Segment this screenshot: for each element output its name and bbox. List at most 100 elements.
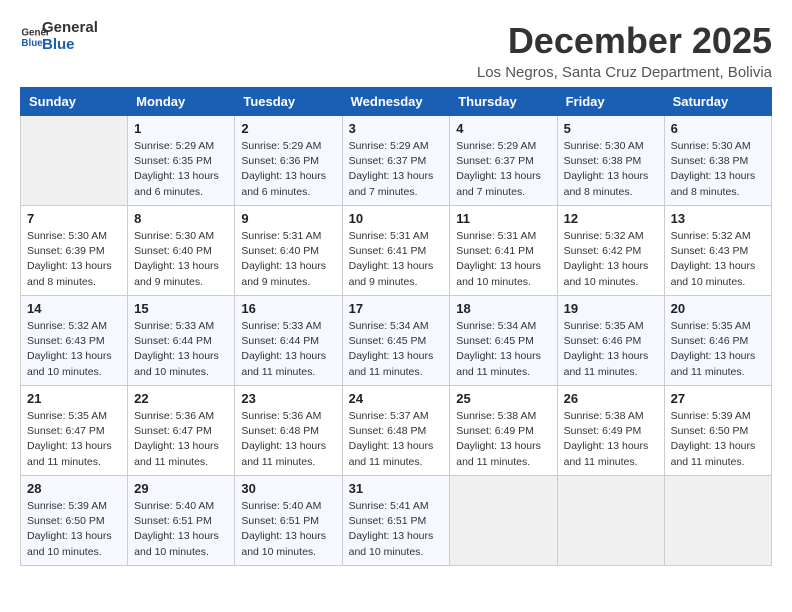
day-info: Sunrise: 5:29 AM Sunset: 6:37 PM Dayligh… — [456, 139, 550, 200]
day-number: 28 — [27, 481, 121, 496]
logo-line1: General — [42, 20, 98, 37]
day-number: 23 — [241, 391, 335, 406]
day-info: Sunrise: 5:33 AM Sunset: 6:44 PM Dayligh… — [241, 319, 335, 380]
calendar-week-row: 1 Sunrise: 5:29 AM Sunset: 6:35 PM Daylig… — [21, 116, 772, 206]
location-subtitle: Los Negros, Santa Cruz Department, Boliv… — [477, 64, 772, 81]
calendar-week-row: 14 Sunrise: 5:32 AM Sunset: 6:43 PM Dayli… — [21, 296, 772, 386]
day-number: 6 — [671, 121, 765, 136]
day-info: Sunrise: 5:32 AM Sunset: 6:43 PM Dayligh… — [27, 319, 121, 380]
day-info: Sunrise: 5:36 AM Sunset: 6:47 PM Dayligh… — [134, 409, 228, 470]
weekday-header: Monday — [128, 88, 235, 116]
calendar-cell: 1 Sunrise: 5:29 AM Sunset: 6:35 PM Daylig… — [128, 116, 235, 206]
day-number: 19 — [564, 301, 658, 316]
weekday-header: Tuesday — [235, 88, 342, 116]
calendar-cell: 8Sunrise: 5:30 AM Sunset: 6:40 PM Daylig… — [128, 206, 235, 296]
day-number: 4 — [456, 121, 550, 136]
day-info: Sunrise: 5:30 AM Sunset: 6:39 PM Dayligh… — [27, 229, 121, 290]
calendar-cell: 19Sunrise: 5:35 AM Sunset: 6:46 PM Dayli… — [557, 296, 664, 386]
calendar-cell: 9 Sunrise: 5:31 AM Sunset: 6:40 PM Daylig… — [235, 206, 342, 296]
day-info: Sunrise: 5:31 AM Sunset: 6:41 PM Dayligh… — [456, 229, 550, 290]
calendar-cell: 28Sunrise: 5:39 AM Sunset: 6:50 PM Dayli… — [21, 476, 128, 566]
logo: General Blue General Blue — [20, 20, 98, 53]
calendar-cell: 29Sunrise: 5:40 AM Sunset: 6:51 PM Dayli… — [128, 476, 235, 566]
day-info: Sunrise: 5:35 AM Sunset: 6:46 PM Dayligh… — [671, 319, 765, 380]
calendar-cell: 3Sunrise: 5:29 AM Sunset: 6:37 PM Daylig… — [342, 116, 450, 206]
weekday-header-row: SundayMondayTuesdayWednesdayThursdayFrid… — [21, 88, 772, 116]
calendar-cell: 11 Sunrise: 5:31 AM Sunset: 6:41 PM Dayli… — [450, 206, 557, 296]
day-number: 15 — [134, 301, 228, 316]
day-info: Sunrise: 5:34 AM Sunset: 6:45 PM Dayligh… — [349, 319, 444, 380]
day-info: Sunrise: 5:39 AM Sunset: 6:50 PM Dayligh… — [671, 409, 765, 470]
day-info: Sunrise: 5:31 AM Sunset: 6:40 PM Dayligh… — [241, 229, 335, 290]
day-number: 21 — [27, 391, 121, 406]
day-info: Sunrise: 5:30 AM Sunset: 6:38 PM Dayligh… — [671, 139, 765, 200]
calendar-cell: 2 Sunrise: 5:29 AM Sunset: 6:36 PM Daylig… — [235, 116, 342, 206]
day-number: 7 — [27, 211, 121, 226]
day-number: 12 — [564, 211, 658, 226]
day-info: Sunrise: 5:38 AM Sunset: 6:49 PM Dayligh… — [564, 409, 658, 470]
svg-text:Blue: Blue — [21, 38, 43, 49]
day-number: 18 — [456, 301, 550, 316]
calendar-cell: 4 Sunrise: 5:29 AM Sunset: 6:37 PM Daylig… — [450, 116, 557, 206]
calendar-cell: 10 Sunrise: 5:31 AM Sunset: 6:41 PM Dayli… — [342, 206, 450, 296]
day-info: Sunrise: 5:32 AM Sunset: 6:43 PM Dayligh… — [671, 229, 765, 290]
calendar-cell — [664, 476, 771, 566]
day-info: Sunrise: 5:40 AM Sunset: 6:51 PM Dayligh… — [134, 499, 228, 560]
day-info: Sunrise: 5:35 AM Sunset: 6:47 PM Dayligh… — [27, 409, 121, 470]
day-number: 2 — [241, 121, 335, 136]
weekday-header: Saturday — [664, 88, 771, 116]
day-info: Sunrise: 5:38 AM Sunset: 6:49 PM Dayligh… — [456, 409, 550, 470]
day-number: 31 — [349, 481, 444, 496]
day-info: Sunrise: 5:29 AM Sunset: 6:35 PM Dayligh… — [134, 139, 228, 200]
title-block: December 2025 Los Negros, Santa Cruz Dep… — [477, 20, 772, 81]
calendar-week-row: 21 Sunrise: 5:35 AM Sunset: 6:47 PM Dayli… — [21, 386, 772, 476]
day-info: Sunrise: 5:31 AM Sunset: 6:41 PM Dayligh… — [349, 229, 444, 290]
calendar-cell: 16 Sunrise: 5:33 AM Sunset: 6:44 PM Dayli… — [235, 296, 342, 386]
calendar-cell: 20Sunrise: 5:35 AM Sunset: 6:46 PM Dayli… — [664, 296, 771, 386]
day-number: 11 — [456, 211, 550, 226]
day-info: Sunrise: 5:29 AM Sunset: 6:37 PM Dayligh… — [349, 139, 444, 200]
day-number: 24 — [349, 391, 444, 406]
day-info: Sunrise: 5:32 AM Sunset: 6:42 PM Dayligh… — [564, 229, 658, 290]
day-number: 17 — [349, 301, 444, 316]
calendar-cell — [557, 476, 664, 566]
logo-line2: Blue — [42, 37, 98, 54]
day-number: 25 — [456, 391, 550, 406]
day-number: 10 — [349, 211, 444, 226]
calendar-cell: 14 Sunrise: 5:32 AM Sunset: 6:43 PM Dayli… — [21, 296, 128, 386]
day-number: 9 — [241, 211, 335, 226]
calendar-cell: 17 Sunrise: 5:34 AM Sunset: 6:45 PM Dayli… — [342, 296, 450, 386]
day-info: Sunrise: 5:41 AM Sunset: 6:51 PM Dayligh… — [349, 499, 444, 560]
calendar-week-row: 7 Sunrise: 5:30 AM Sunset: 6:39 PM Daylig… — [21, 206, 772, 296]
calendar-cell: 13 Sunrise: 5:32 AM Sunset: 6:43 PM Dayli… — [664, 206, 771, 296]
weekday-header: Sunday — [21, 88, 128, 116]
day-info: Sunrise: 5:37 AM Sunset: 6:48 PM Dayligh… — [349, 409, 444, 470]
day-number: 5 — [564, 121, 658, 136]
calendar-cell: 26 Sunrise: 5:38 AM Sunset: 6:49 PM Dayli… — [557, 386, 664, 476]
day-number: 22 — [134, 391, 228, 406]
calendar-cell: 24 Sunrise: 5:37 AM Sunset: 6:48 PM Dayli… — [342, 386, 450, 476]
month-title: December 2025 — [477, 20, 772, 62]
calendar-cell: 5 Sunrise: 5:30 AM Sunset: 6:38 PM Daylig… — [557, 116, 664, 206]
day-number: 1 — [134, 121, 228, 136]
calendar-cell: 21 Sunrise: 5:35 AM Sunset: 6:47 PM Dayli… — [21, 386, 128, 476]
day-info: Sunrise: 5:30 AM Sunset: 6:40 PM Dayligh… — [134, 229, 228, 290]
calendar-cell: 15 Sunrise: 5:33 AM Sunset: 6:44 PM Dayli… — [128, 296, 235, 386]
calendar-cell: 7 Sunrise: 5:30 AM Sunset: 6:39 PM Daylig… — [21, 206, 128, 296]
calendar-cell: 30Sunrise: 5:40 AM Sunset: 6:51 PM Dayli… — [235, 476, 342, 566]
day-number: 16 — [241, 301, 335, 316]
day-number: 14 — [27, 301, 121, 316]
day-info: Sunrise: 5:40 AM Sunset: 6:51 PM Dayligh… — [241, 499, 335, 560]
calendar-week-row: 28Sunrise: 5:39 AM Sunset: 6:50 PM Dayli… — [21, 476, 772, 566]
calendar-cell: 18Sunrise: 5:34 AM Sunset: 6:45 PM Dayli… — [450, 296, 557, 386]
day-info: Sunrise: 5:33 AM Sunset: 6:44 PM Dayligh… — [134, 319, 228, 380]
day-info: Sunrise: 5:36 AM Sunset: 6:48 PM Dayligh… — [241, 409, 335, 470]
day-number: 26 — [564, 391, 658, 406]
calendar-cell: 6 Sunrise: 5:30 AM Sunset: 6:38 PM Daylig… — [664, 116, 771, 206]
day-info: Sunrise: 5:29 AM Sunset: 6:36 PM Dayligh… — [241, 139, 335, 200]
calendar-cell: 25 Sunrise: 5:38 AM Sunset: 6:49 PM Dayli… — [450, 386, 557, 476]
day-info: Sunrise: 5:30 AM Sunset: 6:38 PM Dayligh… — [564, 139, 658, 200]
day-number: 13 — [671, 211, 765, 226]
calendar-cell: 23 Sunrise: 5:36 AM Sunset: 6:48 PM Dayli… — [235, 386, 342, 476]
calendar-cell: 22 Sunrise: 5:36 AM Sunset: 6:47 PM Dayli… — [128, 386, 235, 476]
